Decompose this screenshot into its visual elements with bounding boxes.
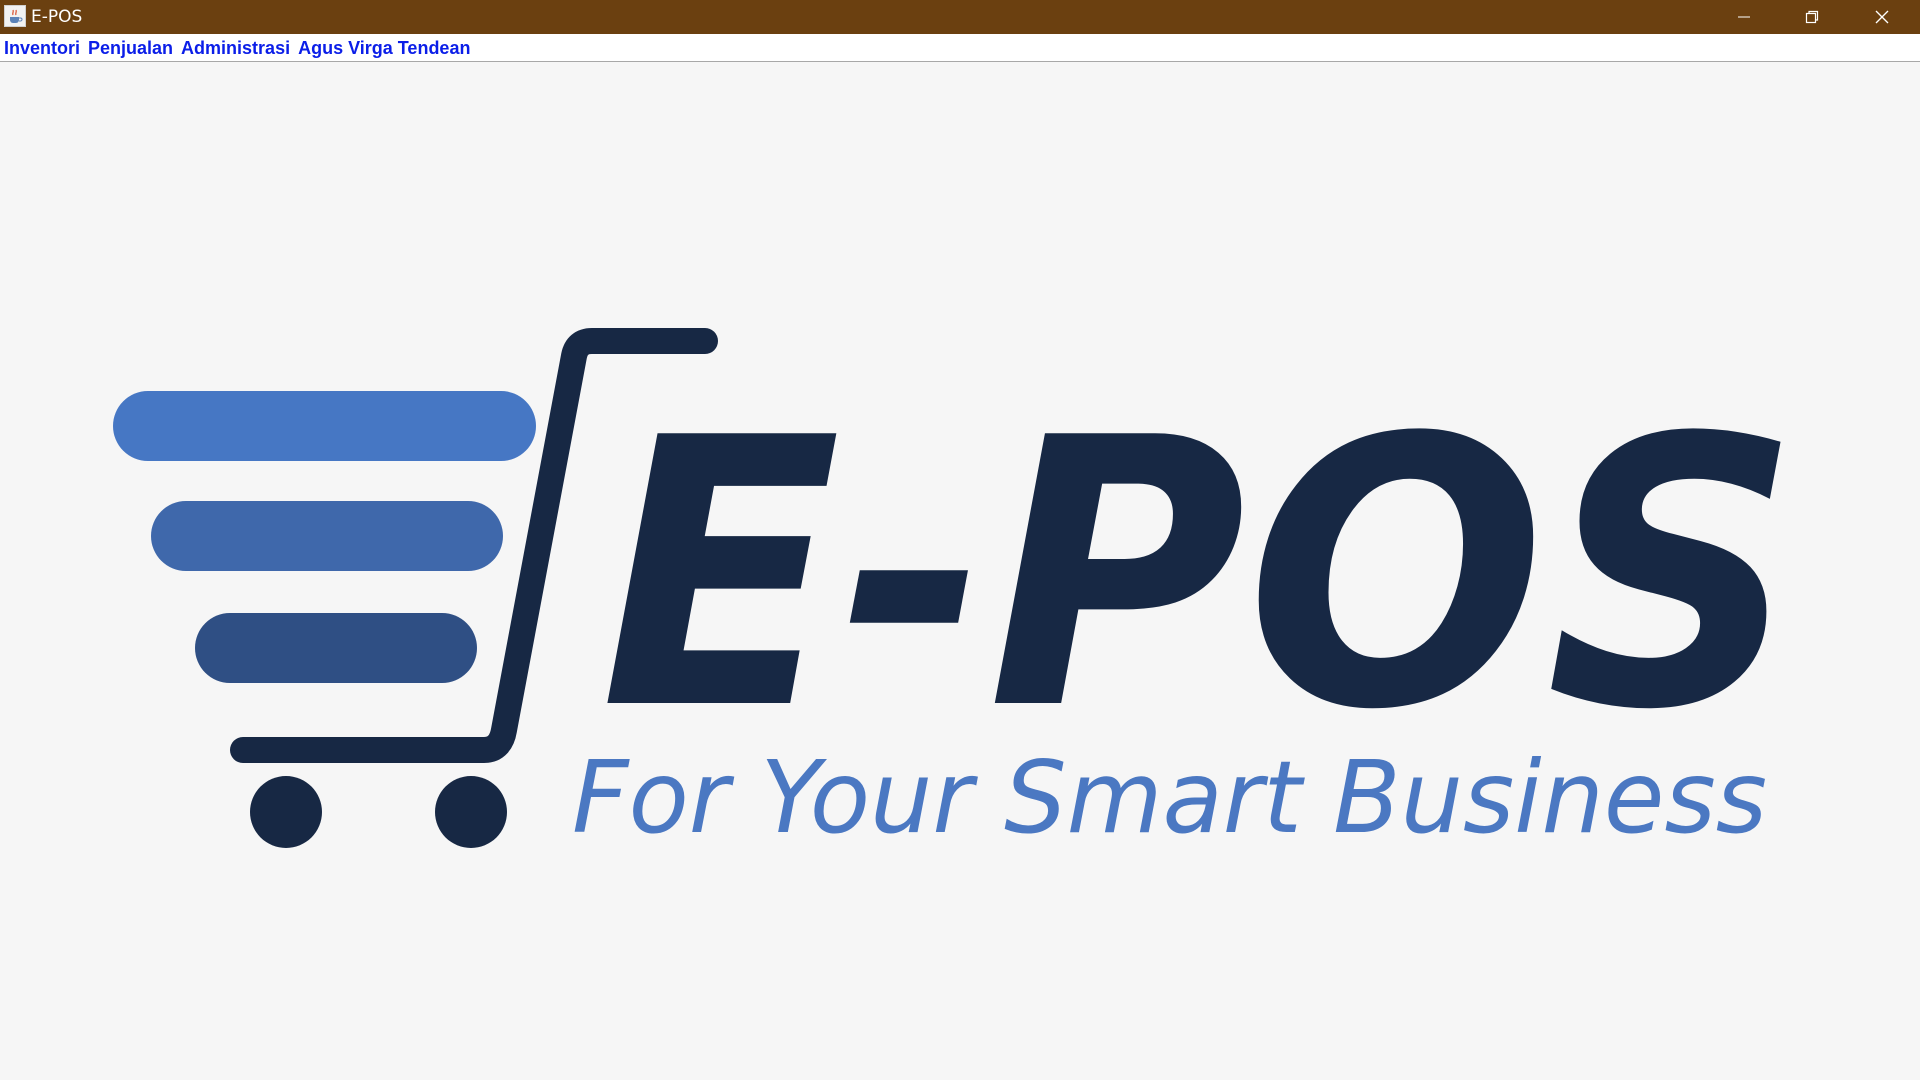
cart-bar-1 [113, 391, 536, 461]
restore-icon [1805, 10, 1819, 24]
logo-wordmark: E-POS [600, 361, 1800, 791]
epos-logo: E-POS For Your Smart Business [113, 328, 1800, 856]
title-bar[interactable]: E-POS [0, 0, 1920, 34]
java-cup-icon [4, 5, 26, 27]
cart-wheel-left [250, 776, 322, 848]
close-icon [1875, 10, 1889, 24]
app-window: E-POS Inventori Penjualan Administrasi A… [0, 0, 1920, 1080]
menu-user-account[interactable]: Agus Virga Tendean [294, 35, 474, 61]
window-title: E-POS [31, 7, 83, 27]
menu-penjualan[interactable]: Penjualan [84, 35, 177, 61]
cart-bar-3 [195, 613, 477, 683]
close-button[interactable] [1848, 0, 1916, 34]
menu-administrasi[interactable]: Administrasi [177, 35, 294, 61]
minimize-icon [1738, 16, 1750, 18]
cart-bar-2 [151, 501, 503, 571]
logo-tagline: For Your Smart Business [572, 739, 1767, 856]
main-content: E-POS For Your Smart Business [0, 62, 1920, 1080]
menu-inventori[interactable]: Inventori [0, 35, 84, 61]
cart-wheel-right [435, 776, 507, 848]
restore-button[interactable] [1778, 0, 1846, 34]
menu-bar: Inventori Penjualan Administrasi Agus Vi… [0, 34, 1920, 62]
minimize-button[interactable] [1710, 0, 1778, 34]
